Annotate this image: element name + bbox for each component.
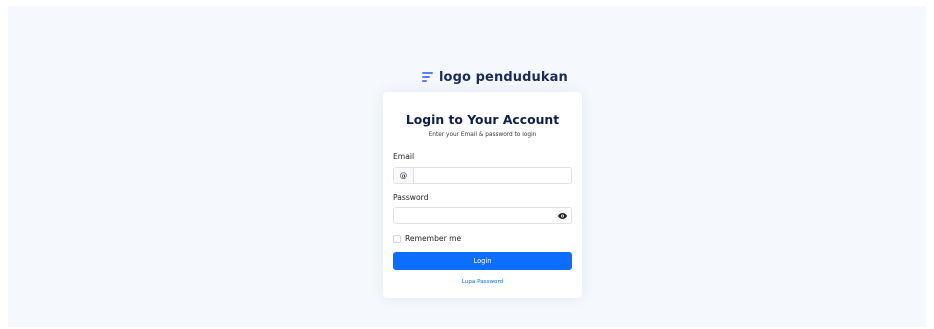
remember-me[interactable]: Remember me (393, 234, 461, 243)
at-sign-icon: @ (394, 168, 414, 183)
card-subtitle: Enter your Email & password to login (428, 132, 537, 138)
remember-checkbox[interactable] (393, 234, 401, 243)
remember-label: Remember me (405, 234, 462, 243)
login-button[interactable]: Login (393, 252, 572, 270)
card-title: Login to Your Account (405, 112, 560, 127)
logo-text: logo pendudukan (439, 69, 568, 85)
email-label: Email (393, 152, 415, 161)
page-background: logo pendudukan Login to Your Account En… (8, 6, 926, 327)
email-input[interactable] (414, 168, 571, 183)
eye-icon[interactable] (553, 208, 571, 223)
forgot-password-link[interactable]: Lupa Password (383, 279, 582, 285)
menu-lines-icon (422, 70, 433, 84)
login-card: Login to Your Account Enter your Email &… (383, 92, 582, 298)
email-input-group: @ (393, 167, 572, 184)
password-input-group (393, 207, 572, 224)
logo[interactable]: logo pendudukan (422, 67, 568, 87)
password-label: Password (393, 193, 429, 202)
password-input[interactable] (394, 208, 553, 223)
